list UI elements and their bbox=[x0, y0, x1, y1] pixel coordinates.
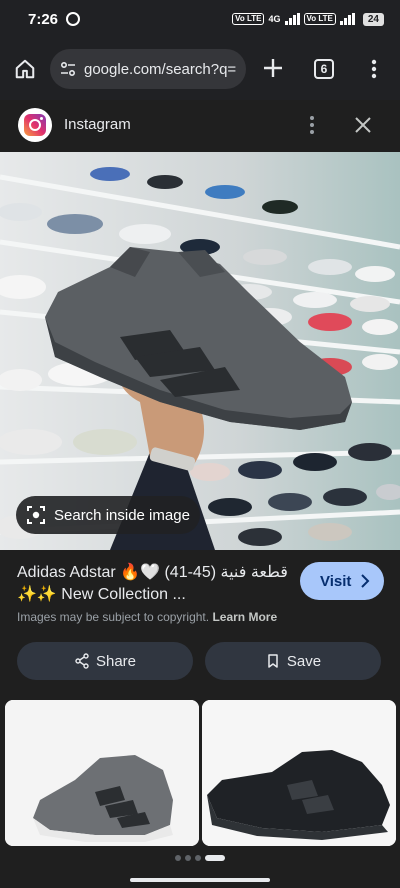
tab-switcher-button[interactable]: 6 bbox=[314, 59, 334, 79]
signal-icon bbox=[284, 13, 300, 25]
visit-label: Visit bbox=[320, 572, 352, 590]
screen: 7:26 Vo LTE 4G Vo LTE 24 google.com/sear… bbox=[0, 0, 400, 888]
network-type: 4G bbox=[268, 14, 281, 24]
browser-toolbar: google.com/search?q= 6 bbox=[0, 38, 400, 100]
home-indicator[interactable] bbox=[130, 878, 270, 882]
shoe-photo bbox=[0, 152, 400, 550]
result-title[interactable]: Adidas Adstar 🔥🤍 قطعة فنية (45-41) ✨✨ Ne… bbox=[17, 562, 292, 606]
status-bar: 7:26 Vo LTE 4G Vo LTE 24 bbox=[0, 0, 400, 38]
chevron-right-icon bbox=[361, 574, 370, 588]
main-image[interactable]: Search inside image bbox=[0, 152, 400, 550]
carousel-dot bbox=[185, 855, 191, 861]
carousel-indicator bbox=[0, 846, 400, 870]
lens-icon bbox=[27, 506, 45, 524]
source-header: Instagram bbox=[0, 100, 400, 152]
gesture-bar bbox=[0, 870, 400, 888]
carousel-dot-active bbox=[205, 855, 225, 861]
save-label: Save bbox=[286, 652, 322, 670]
copyright-notice: Images may be subject to copyright. Lear… bbox=[17, 610, 277, 624]
related-image-1[interactable] bbox=[5, 700, 199, 846]
learn-more-link[interactable]: Learn More bbox=[212, 610, 277, 624]
status-indicators: Vo LTE 4G Vo LTE 24 bbox=[232, 12, 384, 26]
more-options-icon[interactable] bbox=[366, 58, 382, 80]
whatsapp-icon bbox=[66, 12, 81, 26]
source-more-icon[interactable] bbox=[304, 114, 320, 136]
visit-button[interactable]: Visit bbox=[300, 562, 384, 600]
related-image-2[interactable] bbox=[202, 700, 396, 846]
copyright-text: Images may be subject to copyright. bbox=[17, 610, 210, 624]
address-bar[interactable]: google.com/search?q= bbox=[50, 49, 246, 89]
new-tab-icon[interactable] bbox=[262, 57, 284, 79]
carousel-dot bbox=[175, 855, 181, 861]
instagram-logo-icon bbox=[18, 108, 52, 142]
grey-shoe-thumbnail bbox=[5, 700, 199, 846]
bookmark-icon bbox=[268, 654, 278, 668]
battery-level: 24 bbox=[362, 12, 384, 26]
carousel-dot bbox=[195, 855, 201, 861]
save-button[interactable]: Save bbox=[205, 642, 381, 680]
url-text: google.com/search?q= bbox=[84, 60, 237, 78]
search-inside-image-label: Search inside image bbox=[54, 506, 190, 524]
search-inside-image-button[interactable]: Search inside image bbox=[16, 496, 200, 534]
volte-icon-2: Vo LTE bbox=[303, 13, 336, 25]
black-shoe-thumbnail bbox=[202, 700, 396, 846]
close-icon[interactable] bbox=[352, 114, 374, 136]
source-name[interactable]: Instagram bbox=[64, 116, 131, 133]
share-icon bbox=[75, 653, 89, 669]
status-time: 7:26 bbox=[28, 10, 59, 28]
signal-icon-2 bbox=[339, 13, 355, 25]
share-button[interactable]: Share bbox=[17, 642, 193, 680]
share-label: Share bbox=[95, 652, 137, 670]
home-icon[interactable] bbox=[14, 58, 36, 80]
site-settings-icon[interactable] bbox=[60, 61, 76, 77]
volte-icon: Vo LTE bbox=[232, 13, 265, 25]
